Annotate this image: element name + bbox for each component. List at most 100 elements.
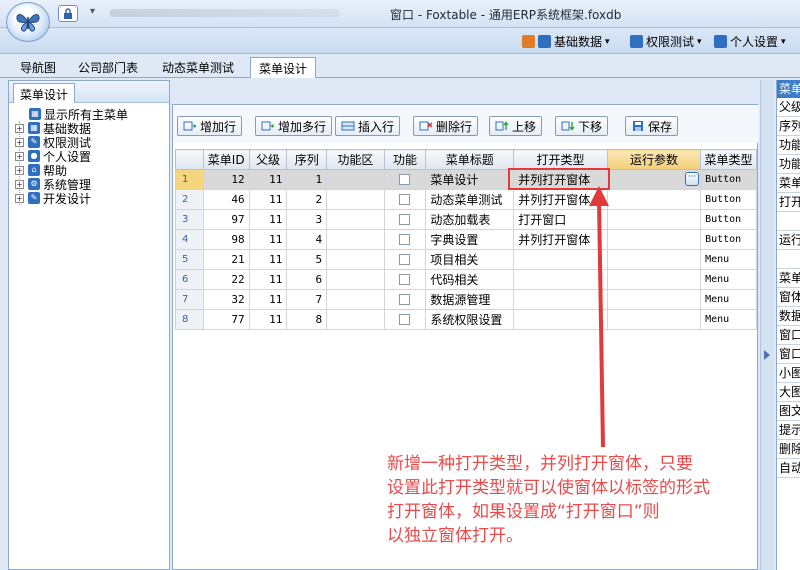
column-header[interactable]: 功能区 — [326, 149, 385, 170]
cell-run-params[interactable] — [606, 289, 702, 310]
cell-seq[interactable]: 6 — [286, 269, 328, 290]
checkbox[interactable] — [399, 214, 411, 225]
column-header[interactable]: 功能 — [383, 149, 427, 170]
property-row[interactable]: 功能 — [777, 155, 800, 174]
cell-menu-type[interactable]: Menu — [700, 249, 757, 270]
row-number[interactable]: 2 — [175, 189, 204, 210]
cell-function[interactable] — [383, 269, 427, 290]
column-header[interactable]: 菜单标题 — [425, 149, 515, 170]
tree-item-dev-design[interactable]: + ✎ 开发设计 — [15, 191, 128, 206]
cell-run-params[interactable] — [606, 189, 702, 210]
cell-run-params[interactable] — [606, 309, 702, 330]
row-number[interactable]: 3 — [175, 209, 204, 230]
property-row[interactable]: 大图 — [777, 383, 800, 402]
cell-menu-type[interactable]: Menu — [700, 309, 757, 330]
cell-parent[interactable]: 11 — [248, 209, 288, 230]
row-number[interactable]: 8 — [175, 309, 204, 330]
table-row[interactable]: 5 21 11 5 项目相关 Menu — [175, 249, 757, 270]
cell-seq[interactable]: 4 — [286, 229, 328, 250]
cell-menu-title[interactable]: 数据源管理 — [425, 289, 515, 310]
property-row[interactable]: 图文 — [777, 402, 800, 421]
row-number[interactable]: 1 — [175, 169, 204, 190]
checkbox[interactable] — [399, 174, 411, 185]
row-number[interactable]: 7 — [175, 289, 204, 310]
cell-parent[interactable]: 11 — [248, 309, 288, 330]
cell-function[interactable] — [383, 249, 427, 270]
expand-icon[interactable]: + — [15, 123, 24, 133]
cell-function[interactable] — [383, 189, 427, 210]
save-button[interactable]: 保存 — [625, 116, 679, 136]
cell-run-params[interactable]: ··· — [606, 169, 702, 190]
column-header[interactable]: 菜单ID — [202, 149, 250, 170]
tree-item-personal-settings[interactable]: + ● 个人设置 — [15, 149, 128, 164]
expand-icon[interactable]: + — [15, 151, 24, 161]
cell-function[interactable] — [383, 309, 427, 330]
expand-icon[interactable]: + — [15, 179, 24, 189]
property-row[interactable]: 窗体 — [777, 288, 800, 307]
cell-menu-type[interactable]: Menu — [700, 289, 757, 310]
column-header[interactable]: 菜单类型 — [700, 149, 757, 170]
cell-menu-id[interactable]: 12 — [202, 169, 250, 190]
add-row-button[interactable]: 增加行 — [177, 116, 243, 136]
cell-function[interactable] — [383, 209, 427, 230]
cell-open-type[interactable]: 并列打开窗体 — [513, 189, 608, 210]
property-row[interactable]: 序列 — [777, 117, 800, 136]
cell-seq[interactable]: 7 — [286, 289, 328, 310]
property-row[interactable]: 窗口 — [777, 326, 800, 345]
quick-access-lock-button[interactable] — [58, 5, 78, 22]
cell-seq[interactable]: 8 — [286, 309, 328, 330]
checkbox[interactable] — [399, 314, 411, 325]
property-row[interactable]: 菜单 — [777, 269, 800, 288]
row-number[interactable]: 4 — [175, 229, 204, 250]
property-row[interactable] — [777, 250, 800, 269]
cell-function-area[interactable] — [326, 229, 385, 250]
cell-run-params[interactable] — [606, 269, 702, 290]
cell-menu-title[interactable]: 动态加载表 — [425, 209, 515, 230]
tab-navigation[interactable]: 导航图 — [12, 57, 64, 78]
column-header[interactable]: 父级 — [248, 149, 288, 170]
cell-menu-title[interactable]: 代码相关 — [425, 269, 515, 290]
cell-menu-title[interactable]: 字典设置 — [425, 229, 515, 250]
tab-menu-design[interactable]: 菜单设计 — [250, 57, 317, 78]
cell-run-params[interactable] — [606, 249, 702, 270]
column-header[interactable]: 打开类型 — [513, 149, 608, 170]
cell-open-type[interactable]: 并列打开窗体 — [513, 229, 608, 250]
menu-item-personal-settings[interactable]: 个人设置 ▾ — [714, 33, 786, 50]
pane-tab-menu-design[interactable]: 菜单设计 — [13, 83, 76, 103]
checkbox[interactable] — [399, 274, 411, 285]
cell-menu-type[interactable]: Button — [700, 229, 757, 250]
property-row[interactable]: 打开 — [777, 193, 800, 212]
expand-icon[interactable]: + — [15, 165, 24, 175]
cell-menu-type[interactable]: Button — [700, 209, 757, 230]
cell-seq[interactable]: 5 — [286, 249, 328, 270]
cell-menu-title[interactable]: 系统权限设置 — [425, 309, 515, 330]
table-row-selected[interactable]: 1 12 11 1 菜单设计 并列打开窗体 ··· Button — [175, 169, 757, 190]
tab-company-departments[interactable]: 公司部门表 — [70, 57, 146, 78]
cell-open-type[interactable] — [513, 269, 608, 290]
property-row[interactable]: 小图 — [777, 364, 800, 383]
expand-icon[interactable]: + — [15, 137, 24, 147]
cell-parent[interactable]: 11 — [248, 269, 288, 290]
checkbox[interactable] — [399, 294, 411, 305]
cell-function-area[interactable] — [326, 249, 385, 270]
ellipsis-icon[interactable]: ··· — [685, 172, 700, 186]
cell-menu-id[interactable]: 21 — [202, 249, 250, 270]
cell-parent[interactable]: 11 — [248, 249, 288, 270]
collapse-arrow-icon[interactable] — [764, 350, 770, 360]
property-row[interactable]: 功能 — [777, 136, 800, 155]
cell-menu-title[interactable]: 项目相关 — [425, 249, 515, 270]
cell-menu-type[interactable]: Button — [700, 189, 757, 210]
column-header-highlighted[interactable]: 运行参数 — [606, 149, 702, 170]
cell-menu-id[interactable]: 77 — [202, 309, 250, 330]
cell-seq[interactable]: 2 — [286, 189, 328, 210]
cell-parent[interactable]: 11 — [248, 289, 288, 310]
cell-open-type[interactable] — [513, 289, 608, 310]
cell-parent[interactable]: 11 — [248, 229, 288, 250]
cell-menu-type[interactable]: Menu — [700, 269, 757, 290]
cell-menu-id[interactable]: 98 — [202, 229, 250, 250]
cell-open-type[interactable] — [513, 249, 608, 270]
property-row[interactable]: 窗口 — [777, 345, 800, 364]
table-row[interactable]: 2 46 11 2 动态菜单测试 并列打开窗体 Button — [175, 189, 757, 210]
cell-run-params[interactable] — [606, 229, 702, 250]
grid-corner[interactable] — [175, 149, 204, 170]
